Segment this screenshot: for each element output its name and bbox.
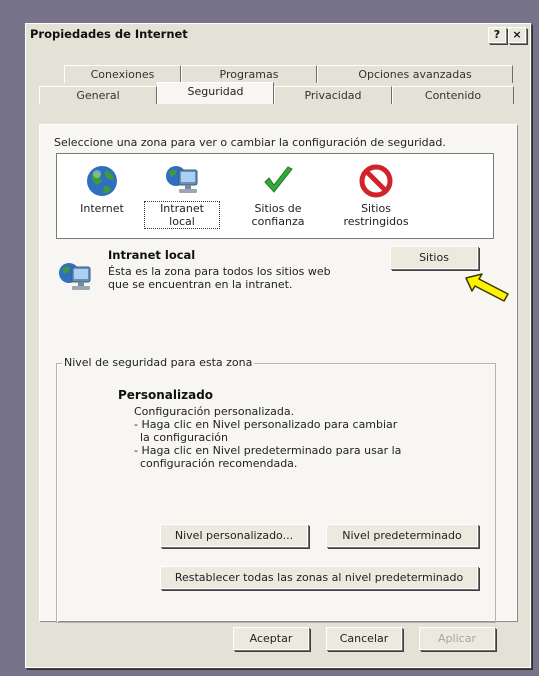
- zone-sitios-confianza[interactable]: Sitios de confianza: [241, 162, 315, 228]
- tab-conexiones[interactable]: Conexiones: [64, 65, 181, 83]
- zone-sitios-restringidos-label: Sitios restringidos: [343, 202, 409, 228]
- zone-intranet-local-label: Intranet local: [144, 201, 220, 229]
- security-level-description: Configuración personalizada. - Haga clic…: [134, 405, 401, 470]
- yellow-arrow-pointer: [462, 270, 514, 306]
- selected-zone-description: Ésta es la zona para todos los sitios we…: [108, 265, 331, 291]
- custom-level-button[interactable]: Nivel personalizado...: [160, 524, 308, 547]
- sites-button[interactable]: Sitios: [390, 246, 478, 269]
- reset-all-zones-button[interactable]: Restablecer todas las zonas al nivel pre…: [160, 566, 478, 589]
- zone-instruction: Seleccione una zona para ver o cambiar l…: [54, 136, 446, 149]
- zone-internet[interactable]: Internet: [65, 162, 139, 215]
- tab-programas[interactable]: Programas: [181, 65, 317, 83]
- globe-icon: [83, 162, 121, 200]
- tab-privacidad[interactable]: Privacidad: [274, 86, 392, 104]
- cancel-button[interactable]: Cancelar: [326, 627, 402, 650]
- tab-general[interactable]: General: [39, 86, 157, 104]
- tab-seguridad[interactable]: Seguridad: [157, 82, 274, 104]
- zone-intranet-local[interactable]: Intranet local: [144, 162, 220, 229]
- prohibited-icon: [357, 162, 395, 200]
- default-level-button[interactable]: Nivel predeterminado: [326, 524, 478, 547]
- level-line: - Haga clic en Nivel personalizado para …: [134, 418, 398, 431]
- selected-zone-title: Intranet local: [108, 248, 196, 262]
- network-computer-icon: [163, 162, 201, 200]
- security-level-group-title: Nivel de seguridad para esta zona: [62, 356, 255, 369]
- zone-sitios-restringidos[interactable]: Sitios restringidos: [339, 162, 413, 228]
- zone-sitios-confianza-label: Sitios de confianza: [251, 202, 305, 228]
- apply-button[interactable]: Aplicar: [419, 627, 495, 650]
- checkmark-icon: [259, 162, 297, 200]
- level-line: - Haga clic en Nivel predeterminado para…: [134, 444, 402, 457]
- security-tab-panel: Seleccione una zona para ver o cambiar l…: [39, 124, 517, 623]
- level-line: Configuración personalizada.: [134, 405, 295, 418]
- tab-contenido[interactable]: Contenido: [392, 86, 514, 104]
- level-line: la configuración: [140, 431, 228, 444]
- ok-button[interactable]: Aceptar: [233, 627, 309, 650]
- security-level-name: Personalizado: [118, 388, 214, 402]
- internet-properties-dialog: Propiedades de Internet ? × Conexiones P…: [25, 23, 531, 668]
- tab-opciones-avanzadas[interactable]: Opciones avanzadas: [317, 65, 513, 83]
- zone-internet-label: Internet: [80, 202, 124, 215]
- level-line: configuración recomendada.: [140, 457, 298, 470]
- intranet-zone-icon: [56, 259, 94, 297]
- zone-list: Internet Intranet local Sitios de confia…: [56, 153, 494, 239]
